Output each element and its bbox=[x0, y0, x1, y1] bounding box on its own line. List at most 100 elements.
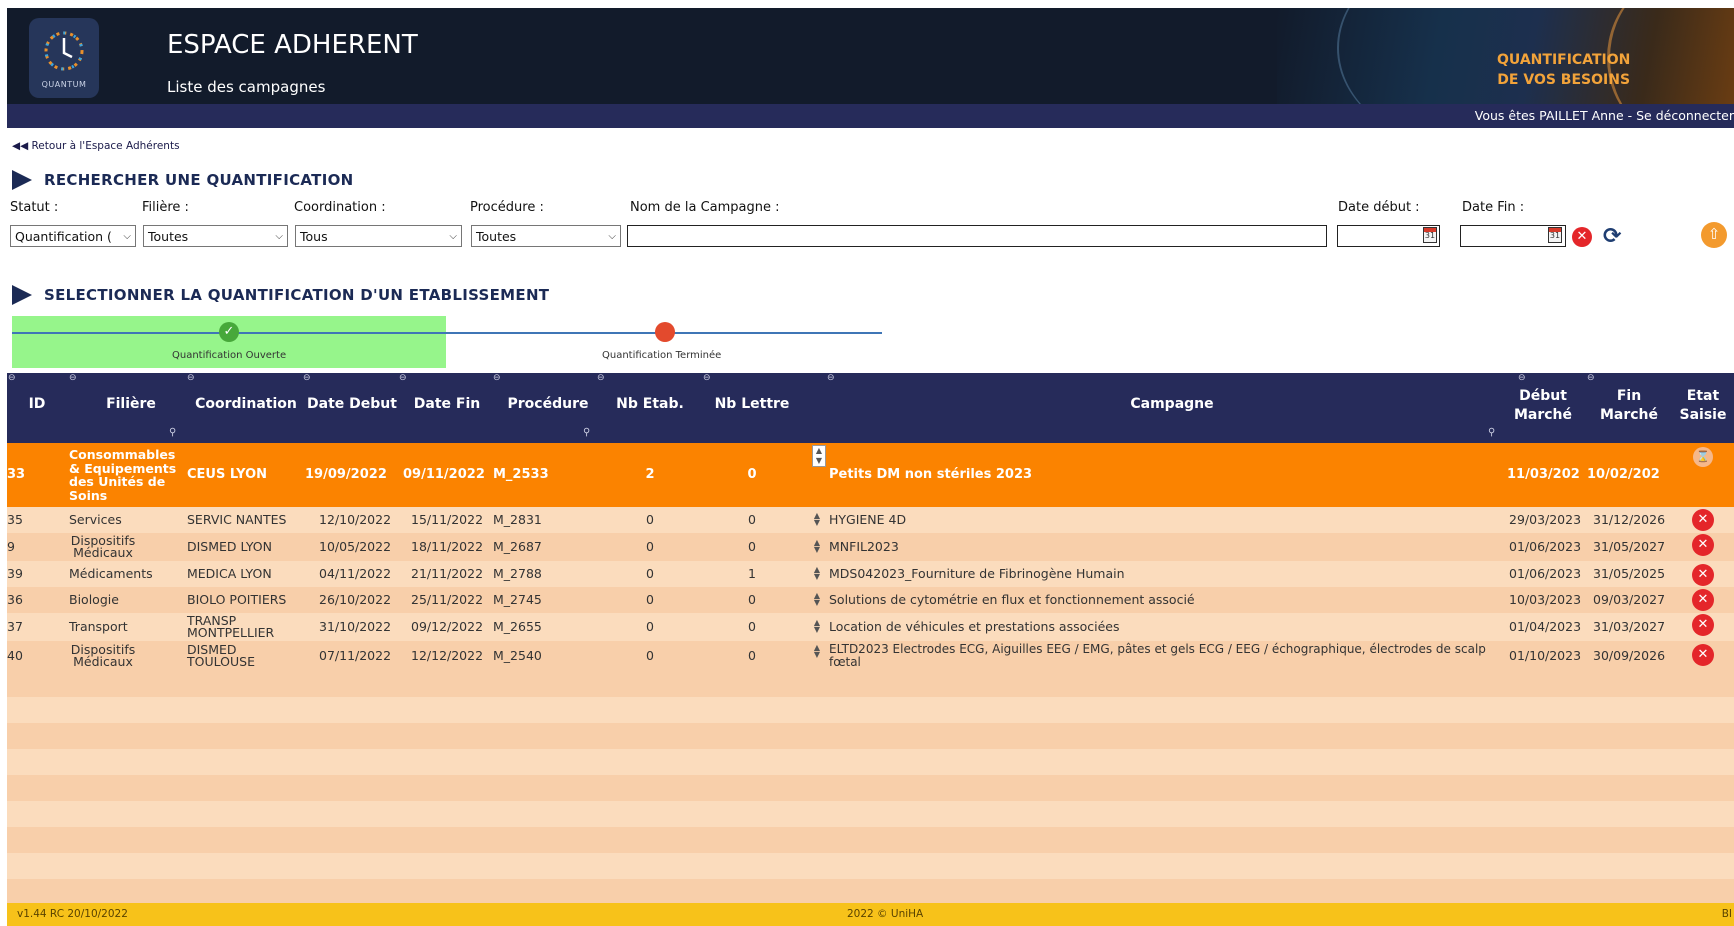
collapse-icon[interactable]: ⊖ bbox=[703, 373, 711, 383]
col-header-filiere[interactable]: Filière bbox=[91, 395, 171, 414]
cell-coordination: MEDICA LYON bbox=[187, 566, 272, 581]
search-section-label: RECHERCHER UNE QUANTIFICATION bbox=[44, 171, 354, 189]
stepper-icon[interactable]: ▲ ▼ bbox=[812, 566, 822, 581]
stepper-icon[interactable]: ▲ ▼ bbox=[812, 512, 822, 527]
col-header-nb-etab[interactable]: Nb Etab. bbox=[608, 395, 692, 414]
col-header-campagne[interactable]: Campagne bbox=[827, 395, 1517, 414]
col-header-nb-lettre[interactable]: Nb Lettre bbox=[709, 395, 795, 414]
search-icon[interactable]: ⚲ bbox=[1488, 427, 1495, 438]
table-row[interactable]: 33 Consommables & Equipements des Unités… bbox=[7, 443, 1734, 507]
campagne-label: Nom de la Campagne : bbox=[630, 200, 780, 215]
cell-debut-marche: 29/03/2023 bbox=[1509, 512, 1582, 527]
cell-date-fin: 09/11/2022 bbox=[403, 467, 485, 482]
empty-row bbox=[7, 775, 1734, 801]
cell-coordination: CEUS LYON bbox=[187, 467, 268, 482]
date-debut-label: Date début : bbox=[1338, 200, 1420, 215]
stepper-icon[interactable]: ▲ ▼ bbox=[812, 539, 822, 554]
cell-filiere: Consommables & Equipements des Unités de… bbox=[69, 447, 177, 503]
close-icon[interactable]: ✕ bbox=[1692, 564, 1714, 586]
stepper-icon[interactable]: ▲ ▼ bbox=[812, 644, 822, 659]
step-ouverte-label[interactable]: Quantification Ouverte bbox=[172, 350, 286, 361]
campagne-name-input[interactable] bbox=[627, 225, 1327, 247]
table-row[interactable]: 37 Transport TRANSP MONTPELLIER 31/10/20… bbox=[7, 613, 1734, 641]
cell-date-debut: 19/09/2022 bbox=[305, 467, 387, 482]
col-header-debut-marche[interactable]: Début Marché bbox=[1509, 387, 1577, 425]
scroll-top-button[interactable]: ⇧ bbox=[1701, 222, 1727, 248]
clear-search-button[interactable]: ✕ bbox=[1572, 227, 1592, 247]
cell-date-fin: 18/11/2022 bbox=[411, 539, 484, 554]
col-header-date-fin[interactable]: Date Fin bbox=[409, 395, 485, 414]
table-row[interactable]: 35 Services SERVIC NANTES 12/10/2022 15/… bbox=[7, 507, 1734, 533]
collapse-icon[interactable]: ⊖ bbox=[1518, 373, 1526, 383]
chevron-down-icon: ⌵ bbox=[275, 230, 283, 242]
step-terminee-label[interactable]: Quantification Terminée bbox=[602, 350, 721, 361]
stepper-icon[interactable]: ▲ ▼ bbox=[812, 619, 822, 634]
procedure-select[interactable]: Toutes ⌵ bbox=[471, 225, 621, 247]
cell-procedure: M_2788 bbox=[493, 566, 542, 581]
table-row[interactable]: 36 Biologie BIOLO POITIERS 26/10/2022 25… bbox=[7, 587, 1734, 613]
table-row[interactable]: 39 Médicaments MEDICA LYON 04/11/2022 21… bbox=[7, 561, 1734, 587]
cell-campagne: Location de véhicules et prestations ass… bbox=[829, 619, 1120, 634]
close-icon: ✕ bbox=[1576, 229, 1588, 244]
close-icon[interactable]: ✕ bbox=[1692, 644, 1714, 666]
cell-date-fin: 12/12/2022 bbox=[411, 648, 484, 663]
cell-date-debut: 12/10/2022 bbox=[319, 512, 392, 527]
search-icon[interactable]: ⚲ bbox=[583, 427, 590, 438]
cell-campagne: Solutions de cytométrie en flux et fonct… bbox=[829, 592, 1195, 607]
cell-nb-etab: 0 bbox=[646, 539, 654, 554]
cell-id: 39 bbox=[7, 566, 23, 581]
cell-date-debut: 10/05/2022 bbox=[319, 539, 392, 554]
chevron-down-icon: ⌵ bbox=[123, 230, 131, 242]
collapse-icon[interactable]: ⊖ bbox=[827, 373, 835, 383]
triangle-right-icon bbox=[12, 285, 32, 305]
close-icon[interactable]: ✕ bbox=[1692, 534, 1714, 556]
cell-date-debut: 26/10/2022 bbox=[319, 592, 392, 607]
col-header-procedure[interactable]: Procédure bbox=[499, 395, 597, 414]
statut-select[interactable]: Quantification (⌵ bbox=[10, 225, 136, 247]
col-header-date-debut[interactable]: Date Debut bbox=[305, 395, 399, 414]
table-row[interactable]: 40 Dispositifs Médicaux DISMED TOULOUSE … bbox=[7, 641, 1734, 671]
back-to-espace-adherents-link[interactable]: ◀◀ Retour à l'Espace Adhérents bbox=[12, 140, 180, 152]
collapse-icon[interactable]: ⊖ bbox=[399, 373, 407, 383]
close-icon[interactable]: ✕ bbox=[1692, 614, 1714, 636]
filiere-select[interactable]: Toutes ⌵ bbox=[143, 225, 288, 247]
calendar-icon[interactable]: 31 bbox=[1548, 227, 1562, 243]
collapse-icon[interactable]: ⊖ bbox=[187, 373, 195, 383]
cell-fin-marche: 30/09/2026 bbox=[1593, 648, 1666, 663]
stepper-icon[interactable]: ▲ ▼ bbox=[812, 592, 822, 607]
cell-id: 36 bbox=[7, 592, 23, 607]
cell-coordination: DISMED TOULOUSE bbox=[187, 642, 255, 669]
close-icon[interactable]: ✕ bbox=[1692, 589, 1714, 611]
collapse-icon[interactable]: ⊖ bbox=[8, 373, 16, 383]
search-icon[interactable]: ⚲ bbox=[169, 427, 176, 438]
cell-campagne: Petits DM non stériles 2023 bbox=[829, 467, 1033, 482]
copyright-text: 2022 © UniHA bbox=[847, 908, 924, 920]
cell-procedure: M_2687 bbox=[493, 539, 542, 554]
collapse-icon[interactable]: ⊖ bbox=[303, 373, 311, 383]
procedure-label: Procédure : bbox=[470, 200, 544, 215]
col-header-etat-saisie[interactable]: Etat Saisie bbox=[1675, 387, 1731, 425]
coordination-label: Coordination : bbox=[294, 200, 386, 215]
collapse-icon[interactable]: ⊖ bbox=[69, 373, 77, 383]
col-header-fin-marche[interactable]: Fin Marché bbox=[1595, 387, 1663, 425]
cell-date-fin: 15/11/2022 bbox=[411, 512, 484, 527]
empty-row bbox=[7, 671, 1734, 697]
cell-nb-etab: 0 bbox=[646, 648, 654, 663]
collapse-icon[interactable]: ⊖ bbox=[493, 373, 501, 383]
steps-line bbox=[12, 332, 882, 334]
col-header-coordination[interactable]: Coordination bbox=[190, 395, 302, 414]
cell-coordination: SERVIC NANTES bbox=[187, 512, 287, 527]
table-row[interactable]: 9 Dispositifs Médicaux DISMED LYON 10/05… bbox=[7, 533, 1734, 561]
collapse-icon[interactable]: ⊖ bbox=[1587, 373, 1595, 383]
refresh-button[interactable]: ⟳ bbox=[1603, 224, 1621, 249]
close-icon[interactable]: ✕ bbox=[1692, 509, 1714, 531]
quantum-logo[interactable]: QUANTUM bbox=[29, 18, 99, 98]
cell-filiere: Biologie bbox=[69, 592, 119, 607]
calendar-icon[interactable]: 31 bbox=[1423, 227, 1437, 243]
user-logout-text[interactable]: Vous êtes PAILLET Anne - Se déconnecter bbox=[1475, 108, 1734, 123]
stepper-icon[interactable]: ▲ ▼ bbox=[812, 445, 826, 467]
page-subtitle: Liste des campagnes bbox=[167, 78, 326, 96]
collapse-icon[interactable]: ⊖ bbox=[597, 373, 605, 383]
col-header-id[interactable]: ID bbox=[17, 395, 57, 414]
coordination-select[interactable]: Tous ⌵ bbox=[295, 225, 462, 247]
